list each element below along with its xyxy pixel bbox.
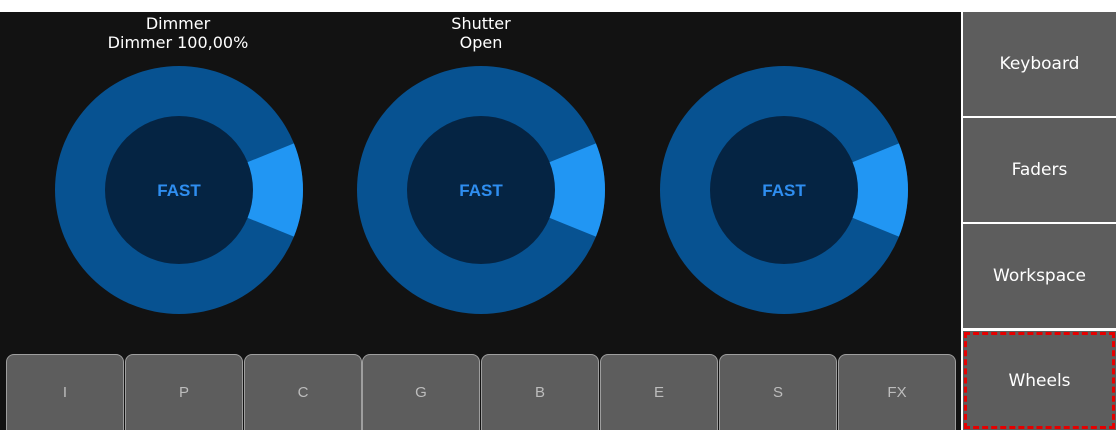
wheel-2-title-line2: Open bbox=[459, 33, 503, 52]
tab-s[interactable]: S bbox=[719, 354, 837, 430]
wheel-2-label: FAST bbox=[459, 181, 503, 200]
side-menu: Keyboard Faders Workspace Wheels bbox=[961, 12, 1116, 430]
tab-fx[interactable]: FX bbox=[838, 354, 956, 430]
wheel-2-title: Shutter Open bbox=[371, 14, 591, 52]
keyboard-button[interactable]: Keyboard bbox=[963, 12, 1116, 116]
wheel-1-title-line1: Dimmer bbox=[145, 14, 211, 33]
tab-p[interactable]: P bbox=[125, 354, 243, 430]
wheel-1-title: Dimmer Dimmer 100,00% bbox=[68, 14, 288, 52]
wheels-button[interactable]: Wheels bbox=[963, 331, 1116, 430]
tab-g[interactable]: G bbox=[362, 354, 480, 430]
wheel-2[interactable]: FAST bbox=[356, 65, 606, 315]
tab-i[interactable]: I bbox=[6, 354, 124, 430]
wheel-1-title-line2: Dimmer 100,00% bbox=[107, 33, 249, 52]
wheel-1[interactable]: FAST bbox=[54, 65, 304, 315]
workspace-button[interactable]: Workspace bbox=[963, 224, 1116, 328]
tab-b[interactable]: B bbox=[481, 354, 599, 430]
tab-c[interactable]: C bbox=[244, 354, 362, 430]
faders-button[interactable]: Faders bbox=[963, 118, 1116, 222]
wheel-1-label: FAST bbox=[157, 181, 201, 200]
wheel-2-title-line1: Shutter bbox=[451, 14, 511, 33]
wheel-3[interactable]: FAST bbox=[659, 65, 909, 315]
wheel-3-label: FAST bbox=[762, 181, 806, 200]
tab-e[interactable]: E bbox=[600, 354, 718, 430]
group-tab-bar: I P C G B E S FX bbox=[6, 354, 961, 430]
